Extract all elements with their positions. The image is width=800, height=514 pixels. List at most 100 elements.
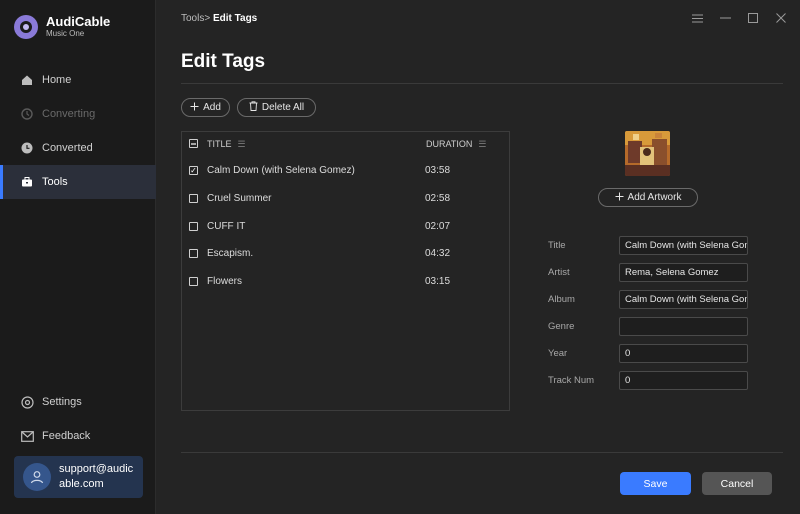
sidebar-item-label: Home: [42, 74, 72, 86]
table-row[interactable]: Flowers 03:15: [182, 267, 509, 295]
sidebar-item-label: Converted: [42, 142, 93, 154]
row-title: Cruel Summer: [207, 193, 272, 204]
row-duration: 02:07: [425, 221, 451, 232]
add-button[interactable]: Add: [181, 98, 230, 117]
page-title: Edit Tags: [181, 51, 266, 72]
album-artwork: [625, 131, 670, 176]
app-subtitle: Music One: [46, 29, 85, 38]
sidebar-bottom: Settings Feedback: [0, 385, 156, 453]
user-icon: [23, 463, 51, 491]
select-all-checkbox[interactable]: [189, 139, 198, 148]
column-header-title[interactable]: TITLE ☰: [207, 139, 246, 150]
row-title: Escapism.: [207, 248, 254, 259]
sidebar-item-home[interactable]: Home: [0, 63, 156, 97]
field-label: Genre: [548, 321, 575, 332]
plus-icon: [615, 192, 624, 204]
audicable-logo-icon: [14, 14, 38, 39]
save-button[interactable]: Save: [620, 472, 691, 495]
sidebar-item-label: Feedback: [42, 430, 91, 442]
sidebar-nav: Home Converting Converted Tools: [0, 63, 156, 199]
row-title: CUFF IT: [207, 221, 246, 232]
delete-all-button[interactable]: Delete All: [237, 98, 316, 117]
row-checkbox[interactable]: [189, 222, 198, 231]
row-checkbox[interactable]: [189, 277, 198, 286]
row-duration: 03:58: [425, 165, 451, 176]
minimize-icon[interactable]: [718, 11, 732, 25]
table-header: TITLE ☰ DURATION ☰: [182, 132, 509, 156]
table-row[interactable]: Cruel Summer 02:58: [182, 184, 509, 212]
add-artwork-button-label: Add Artwork: [627, 192, 682, 203]
album-input[interactable]: Calm Down (with Selena Gomez): [619, 290, 748, 309]
field-label: Track Num: [548, 375, 595, 386]
column-header-duration[interactable]: DURATION ☰: [426, 139, 486, 150]
column-header-duration-label: DURATION: [426, 138, 473, 149]
field-year: Year 0: [548, 344, 748, 363]
row-title: Calm Down (with Selena Gomez): [207, 165, 355, 176]
sidebar: AudiCable Music One Home Converting Conv…: [0, 0, 156, 514]
row-duration: 02:58: [425, 193, 451, 204]
sidebar-item-settings[interactable]: Settings: [0, 385, 156, 419]
row-duration: 03:15: [425, 276, 451, 287]
breadcrumb-parent[interactable]: Tools: [181, 13, 204, 24]
toolbox-icon: [20, 175, 34, 189]
close-icon[interactable]: [774, 11, 788, 25]
field-label: Album: [548, 294, 575, 305]
trash-icon: [249, 101, 258, 114]
column-header-title-label: TITLE: [207, 138, 232, 149]
table-row[interactable]: CUFF IT 02:07: [182, 212, 509, 240]
divider: [181, 452, 783, 453]
brand: AudiCable Music One: [14, 14, 110, 39]
track-table: TITLE ☰ DURATION ☰ ✓ Calm Down (with Selen…: [181, 131, 510, 411]
breadcrumb-separator: >: [204, 13, 211, 24]
plus-icon: [190, 102, 199, 114]
field-label: Title: [548, 240, 566, 251]
menu-icon[interactable]: [690, 11, 704, 25]
delete-all-button-label: Delete All: [261, 102, 305, 113]
mail-icon: [20, 429, 34, 443]
gear-icon: [20, 395, 34, 409]
field-artist: Artist Rema, Selena Gomez: [548, 263, 748, 282]
table-row[interactable]: ✓ Calm Down (with Selena Gomez) 03:58: [182, 156, 509, 184]
title-input[interactable]: Calm Down (with Selena Gomez): [619, 236, 748, 255]
sidebar-item-converting[interactable]: Converting: [0, 97, 156, 131]
sidebar-item-feedback[interactable]: Feedback: [0, 419, 156, 453]
window-controls: [690, 11, 788, 25]
row-checkbox[interactable]: [189, 194, 198, 203]
row-checkbox[interactable]: ✓: [189, 166, 198, 175]
breadcrumb-current: Edit Tags: [212, 13, 258, 24]
genre-input[interactable]: [619, 317, 748, 336]
field-title: Title Calm Down (with Selena Gomez): [548, 236, 748, 255]
sidebar-item-label: Settings: [42, 396, 82, 408]
sidebar-item-label: Converting: [42, 108, 96, 120]
track-num-input[interactable]: 0: [619, 371, 748, 390]
user-email: support@audicable.com: [59, 463, 134, 490]
year-input[interactable]: 0: [619, 344, 748, 363]
add-button-label: Add: [203, 102, 221, 113]
add-artwork-button[interactable]: Add Artwork: [598, 188, 698, 207]
sidebar-item-label: Tools: [42, 176, 68, 188]
clock-icon: [20, 141, 34, 155]
main-content: Tools> Edit Tags Edit Tags Add Delete Al…: [156, 0, 800, 514]
sort-icon[interactable]: ☰: [478, 139, 486, 149]
user-account-card[interactable]: support@audicable.com: [14, 456, 143, 498]
converting-icon: [20, 107, 34, 121]
breadcrumb: Tools> Edit Tags: [181, 13, 257, 24]
field-label: Artist: [548, 267, 570, 278]
divider: [181, 83, 783, 84]
sort-icon[interactable]: ☰: [238, 139, 246, 149]
cancel-button[interactable]: Cancel: [702, 472, 772, 495]
sidebar-item-tools[interactable]: Tools: [0, 165, 156, 199]
field-genre: Genre: [548, 317, 748, 336]
app-name: AudiCable: [46, 14, 111, 29]
row-checkbox[interactable]: [189, 249, 198, 258]
field-label: Year: [548, 348, 568, 359]
table-row[interactable]: Escapism. 04:32: [182, 239, 509, 267]
sidebar-item-converted[interactable]: Converted: [0, 131, 156, 165]
row-duration: 04:32: [425, 248, 451, 259]
field-album: Album Calm Down (with Selena Gomez): [548, 290, 748, 309]
artist-input[interactable]: Rema, Selena Gomez: [619, 263, 748, 282]
row-title: Flowers: [207, 276, 243, 287]
field-track-num: Track Num 0: [548, 371, 748, 390]
home-icon: [20, 73, 34, 87]
maximize-icon[interactable]: [746, 11, 760, 25]
